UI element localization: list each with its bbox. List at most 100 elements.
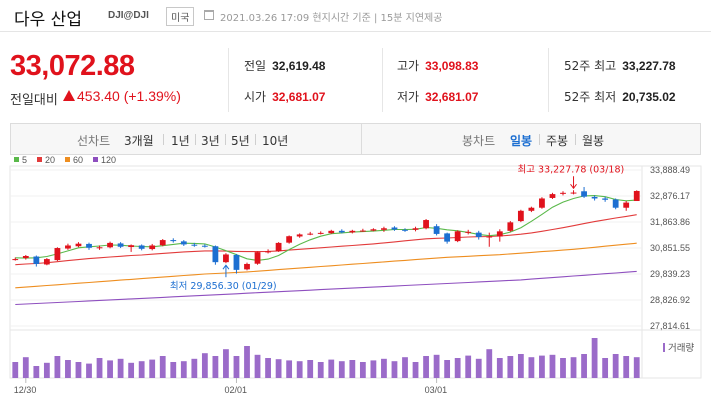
candle [296, 234, 303, 237]
volume-bar [475, 358, 482, 378]
volume-bar [381, 358, 387, 378]
candle [170, 240, 177, 242]
volume-bar [633, 357, 640, 378]
candle-chart-button[interactable]: 봉차트 [462, 132, 495, 149]
candle [159, 240, 166, 246]
candle [496, 231, 503, 237]
candle [381, 228, 387, 230]
volume-bar [317, 362, 324, 378]
volume-bar [296, 361, 303, 378]
candle [370, 229, 377, 231]
candle [486, 236, 493, 238]
high-note: 최고 33,227.78 (03/18) [518, 164, 625, 175]
period-5y-button[interactable]: 5년 [231, 132, 250, 149]
volume-bar [581, 354, 587, 378]
stat-value: 32,681.07 [425, 90, 479, 104]
volume-bar [265, 358, 271, 378]
volume-bar [612, 354, 619, 378]
volume-bar [33, 366, 40, 378]
period-3y-button[interactable]: 3년 [201, 132, 220, 149]
x-tick-label: 03/01 [425, 385, 448, 395]
volume-bar [286, 360, 293, 378]
candle [359, 230, 366, 232]
legend-label: 120 [101, 155, 116, 165]
candle [581, 191, 587, 197]
candle [33, 256, 40, 264]
volume-bar [12, 362, 19, 378]
candle [191, 244, 198, 246]
change-label: 전일대비 [10, 93, 58, 108]
period-10y-button[interactable]: 10년 [262, 132, 288, 149]
stock-code: DJI@DJI [108, 10, 149, 21]
stock-header: 다우 산업 DJI@DJI 미국 2021.03.26 17:09 현지시간 기… [0, 0, 711, 32]
volume-bar [223, 349, 229, 378]
volume-bar [159, 356, 166, 378]
candle [423, 220, 429, 229]
candle [180, 241, 187, 245]
candle [138, 245, 145, 249]
legend-label: 20 [45, 155, 55, 165]
y-tick-label: 28,826.92 [650, 295, 690, 305]
volume-bar [138, 361, 145, 378]
stat-label: 52주 최고 [564, 59, 617, 73]
candle [223, 254, 229, 263]
volume-bar [328, 359, 335, 378]
current-price: 33,072.88 [10, 50, 135, 82]
candle [633, 190, 640, 202]
daily-candle-button[interactable]: 일봉 [510, 132, 532, 149]
volume-label: 거래량 [668, 342, 694, 354]
volume-bar [128, 362, 135, 378]
x-tick-label: 12/30 [14, 385, 37, 395]
volume-bar [170, 362, 177, 378]
stat-label: 전일 [244, 59, 267, 73]
up-triangle-icon [63, 90, 75, 101]
volume-bar [96, 358, 103, 378]
monthly-candle-button[interactable]: 월봉 [582, 132, 604, 149]
stat-value: 32,619.48 [272, 59, 326, 73]
y-tick-label: 27,814.61 [650, 321, 690, 331]
price-chart[interactable]: 33,888.49 32,876.17 31,863.86 30,851.55 29,8… [0, 152, 711, 402]
candle [265, 251, 271, 253]
candle [391, 227, 398, 230]
stat-label: 저가 [397, 90, 420, 104]
candle [338, 230, 345, 233]
candle [444, 233, 451, 242]
candle [244, 263, 250, 270]
candle [328, 230, 335, 234]
volume-bar [539, 355, 545, 378]
y-tick-label: 31,863.86 [650, 217, 690, 227]
candle [128, 245, 135, 248]
weekly-candle-button[interactable]: 주봉 [546, 132, 568, 149]
candle [233, 254, 240, 270]
legend-label: 5 [22, 155, 27, 165]
calendar-icon [204, 10, 214, 20]
candle [212, 246, 219, 263]
volume-bar [433, 354, 440, 378]
period-1y-button[interactable]: 1년 [171, 132, 190, 149]
toolbar-divider [195, 134, 196, 145]
legend-swatch [37, 157, 42, 162]
volume-bar [528, 357, 535, 378]
volume-bar [117, 358, 124, 378]
candle [201, 245, 208, 247]
candle [12, 259, 19, 261]
candle [254, 252, 261, 264]
stat-value: 20,735.02 [622, 90, 676, 104]
candle [107, 242, 113, 248]
y-tick-label: 32,876.17 [650, 191, 690, 201]
candle [612, 199, 619, 208]
volume-bar [602, 358, 609, 378]
candle [402, 229, 408, 231]
y-tick-label: 30,851.55 [650, 243, 690, 253]
candle [433, 226, 440, 234]
line-chart-button[interactable]: 선차트 [77, 132, 110, 149]
legend-swatch [93, 157, 98, 162]
market-badge: 미국 [166, 7, 195, 26]
period-3m-button[interactable]: 3개월 [124, 132, 154, 149]
candle [560, 192, 566, 194]
volume-bar [180, 361, 187, 378]
volume-bar [233, 356, 240, 378]
candle [86, 243, 92, 248]
volume-bar [423, 356, 429, 378]
candle [591, 196, 598, 199]
